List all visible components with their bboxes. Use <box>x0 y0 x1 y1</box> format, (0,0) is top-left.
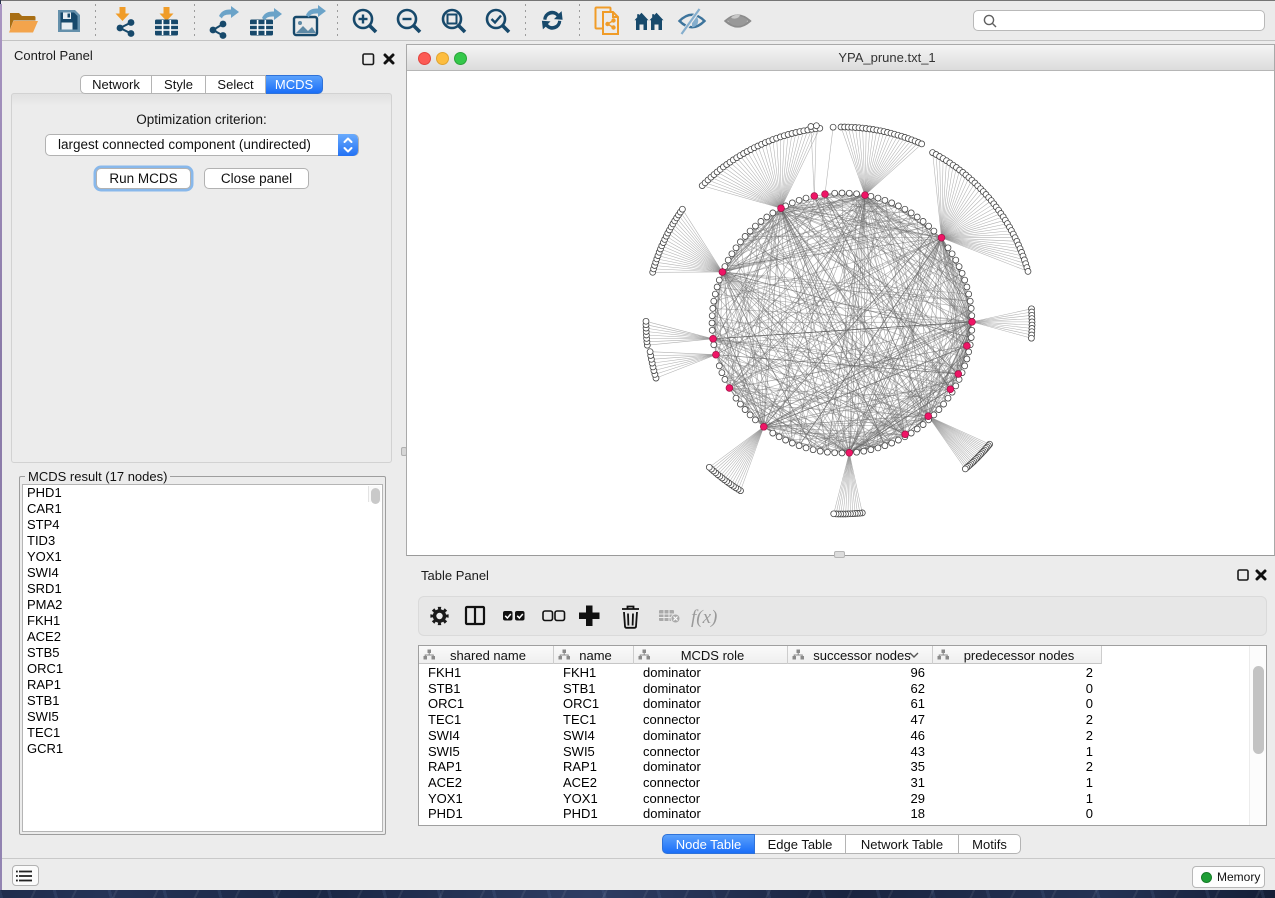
svg-text:f(x): f(x) <box>691 607 717 628</box>
